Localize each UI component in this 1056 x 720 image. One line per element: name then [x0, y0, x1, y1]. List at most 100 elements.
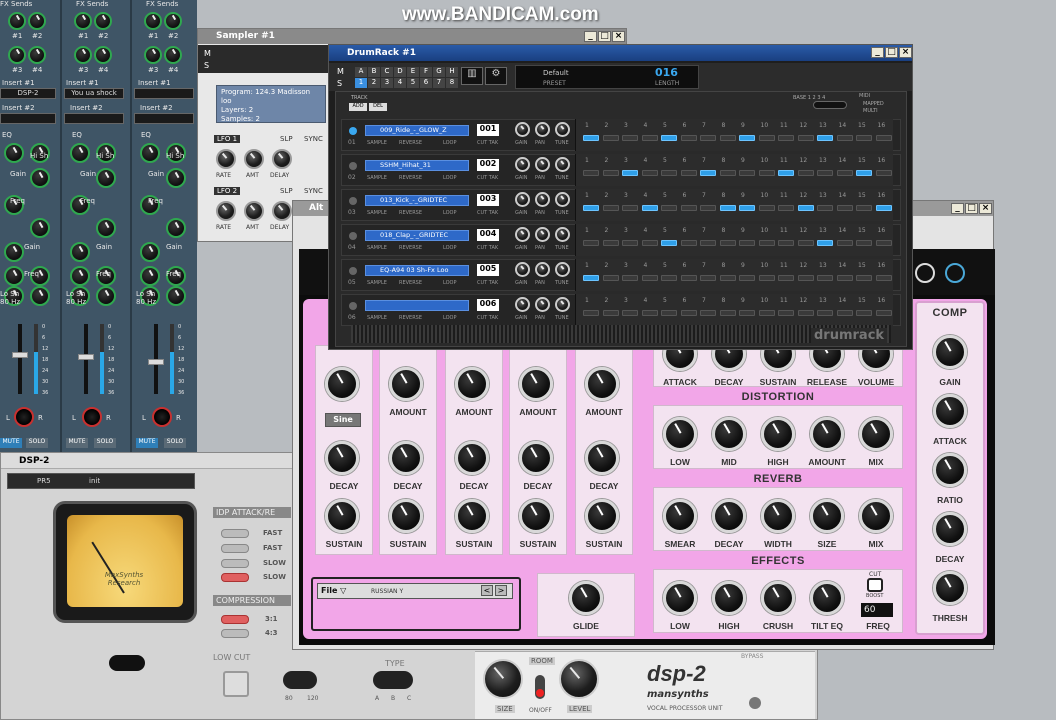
bypass-switch[interactable]: [749, 697, 761, 709]
length-value[interactable]: 016: [655, 66, 678, 79]
keyboard-button[interactable]: ▥: [461, 67, 483, 85]
bank-number-2[interactable]: 2: [368, 78, 380, 88]
step-cell[interactable]: [681, 275, 697, 281]
bank-number-8[interactable]: 8: [446, 78, 458, 88]
amount-knob[interactable]: [455, 367, 489, 401]
eq-knob[interactable]: [166, 218, 186, 238]
eq-knob[interactable]: [96, 218, 116, 238]
lowcut-toggle[interactable]: [283, 671, 317, 689]
mix-knob[interactable]: [859, 499, 893, 533]
step-cell[interactable]: [720, 170, 736, 176]
bank-number-6[interactable]: 6: [420, 78, 432, 88]
maximize-button[interactable]: □: [598, 31, 611, 42]
pan-knob[interactable]: [535, 192, 550, 207]
mix-knob[interactable]: [859, 417, 893, 451]
preset-name[interactable]: init: [89, 477, 100, 485]
size-knob[interactable]: [810, 499, 844, 533]
pan-knob[interactable]: [535, 227, 550, 242]
amount-knob[interactable]: [585, 367, 619, 401]
step-cell[interactable]: [798, 135, 814, 141]
step-cell[interactable]: [622, 310, 638, 316]
bank-number-3[interactable]: 3: [381, 78, 393, 88]
send-knob[interactable]: [28, 46, 46, 64]
decay-knob[interactable]: [585, 441, 619, 475]
step-cell[interactable]: [661, 275, 677, 281]
step-cell[interactable]: [739, 205, 755, 211]
send-knob[interactable]: [8, 12, 26, 30]
cut-tak-display[interactable]: 002: [477, 159, 499, 171]
step-cell[interactable]: [739, 240, 755, 246]
solo-button[interactable]: SOLO: [94, 438, 116, 448]
lfo2-rate-knob[interactable]: [216, 201, 236, 221]
step-cell[interactable]: [837, 310, 853, 316]
gain-knob[interactable]: [933, 335, 967, 369]
lfo2-amt-knob[interactable]: [244, 201, 264, 221]
decay-knob[interactable]: [519, 441, 553, 475]
pan-knob[interactable]: [535, 297, 550, 312]
step-cell[interactable]: [778, 205, 794, 211]
attack-toggle[interactable]: [221, 529, 249, 538]
step-cell[interactable]: [622, 135, 638, 141]
insert1-slot[interactable]: [134, 88, 194, 99]
eq-knob[interactable]: [140, 143, 160, 163]
amount-knob[interactable]: [389, 367, 423, 401]
lfo1-rate-knob[interactable]: [216, 149, 236, 169]
step-cell[interactable]: [856, 275, 872, 281]
track-select-led[interactable]: [349, 267, 357, 275]
decay-knob[interactable]: [455, 441, 489, 475]
step-cell[interactable]: [778, 170, 794, 176]
tune-knob[interactable]: [555, 122, 570, 137]
send-knob[interactable]: [144, 12, 162, 30]
step-cell[interactable]: [876, 205, 892, 211]
sustain-knob[interactable]: [325, 499, 359, 533]
level-knob[interactable]: [559, 659, 599, 699]
sample-select[interactable]: EQ-A94 03 Sh-Fx Loo: [365, 265, 469, 276]
step-cell[interactable]: [681, 310, 697, 316]
step-cell[interactable]: [856, 240, 872, 246]
prev-file-button[interactable]: <: [481, 585, 493, 596]
eq-knob[interactable]: [166, 286, 186, 306]
high-knob[interactable]: [712, 581, 746, 615]
step-cell[interactable]: [837, 275, 853, 281]
cut-tak-display[interactable]: 005: [477, 264, 499, 276]
step-cell[interactable]: [642, 240, 658, 246]
step-cell[interactable]: [700, 135, 716, 141]
fader-handle[interactable]: [12, 352, 28, 358]
tilt-eq-knob[interactable]: [810, 581, 844, 615]
step-cell[interactable]: [700, 310, 716, 316]
file-menu[interactable]: File ▽: [321, 586, 346, 595]
track-select-led[interactable]: [349, 302, 357, 310]
step-cell[interactable]: [583, 240, 599, 246]
insert2-slot[interactable]: [64, 113, 124, 124]
size-knob[interactable]: [483, 659, 523, 699]
bank-letter-h[interactable]: H: [446, 67, 458, 77]
gain-knob[interactable]: [515, 297, 530, 312]
send-knob[interactable]: [74, 12, 92, 30]
step-cell[interactable]: [778, 240, 794, 246]
ratio-toggle[interactable]: [221, 629, 249, 638]
step-cell[interactable]: [603, 240, 619, 246]
step-cell[interactable]: [798, 170, 814, 176]
eq-knob[interactable]: [4, 242, 24, 262]
step-cell[interactable]: [700, 205, 716, 211]
sample-select[interactable]: [365, 300, 469, 311]
step-cell[interactable]: [603, 135, 619, 141]
eq-knob[interactable]: [70, 143, 90, 163]
mute-button[interactable]: MUTE: [0, 438, 22, 448]
midi-toggle[interactable]: [813, 101, 847, 109]
eq-knob[interactable]: [96, 286, 116, 306]
step-cell[interactable]: [642, 275, 658, 281]
del-track-button[interactable]: DEL: [369, 103, 387, 111]
eq-knob[interactable]: [4, 266, 24, 286]
eq-knob[interactable]: [4, 143, 24, 163]
fader-handle[interactable]: [148, 359, 164, 365]
tune-knob[interactable]: [555, 157, 570, 172]
bank-letter-a[interactable]: A: [355, 67, 367, 77]
step-cell[interactable]: [681, 135, 697, 141]
eq-knob[interactable]: [166, 168, 186, 188]
input-toggle[interactable]: [109, 655, 145, 671]
sustain-knob[interactable]: [455, 499, 489, 533]
gain-knob[interactable]: [515, 122, 530, 137]
step-cell[interactable]: [642, 205, 658, 211]
step-cell[interactable]: [720, 310, 736, 316]
